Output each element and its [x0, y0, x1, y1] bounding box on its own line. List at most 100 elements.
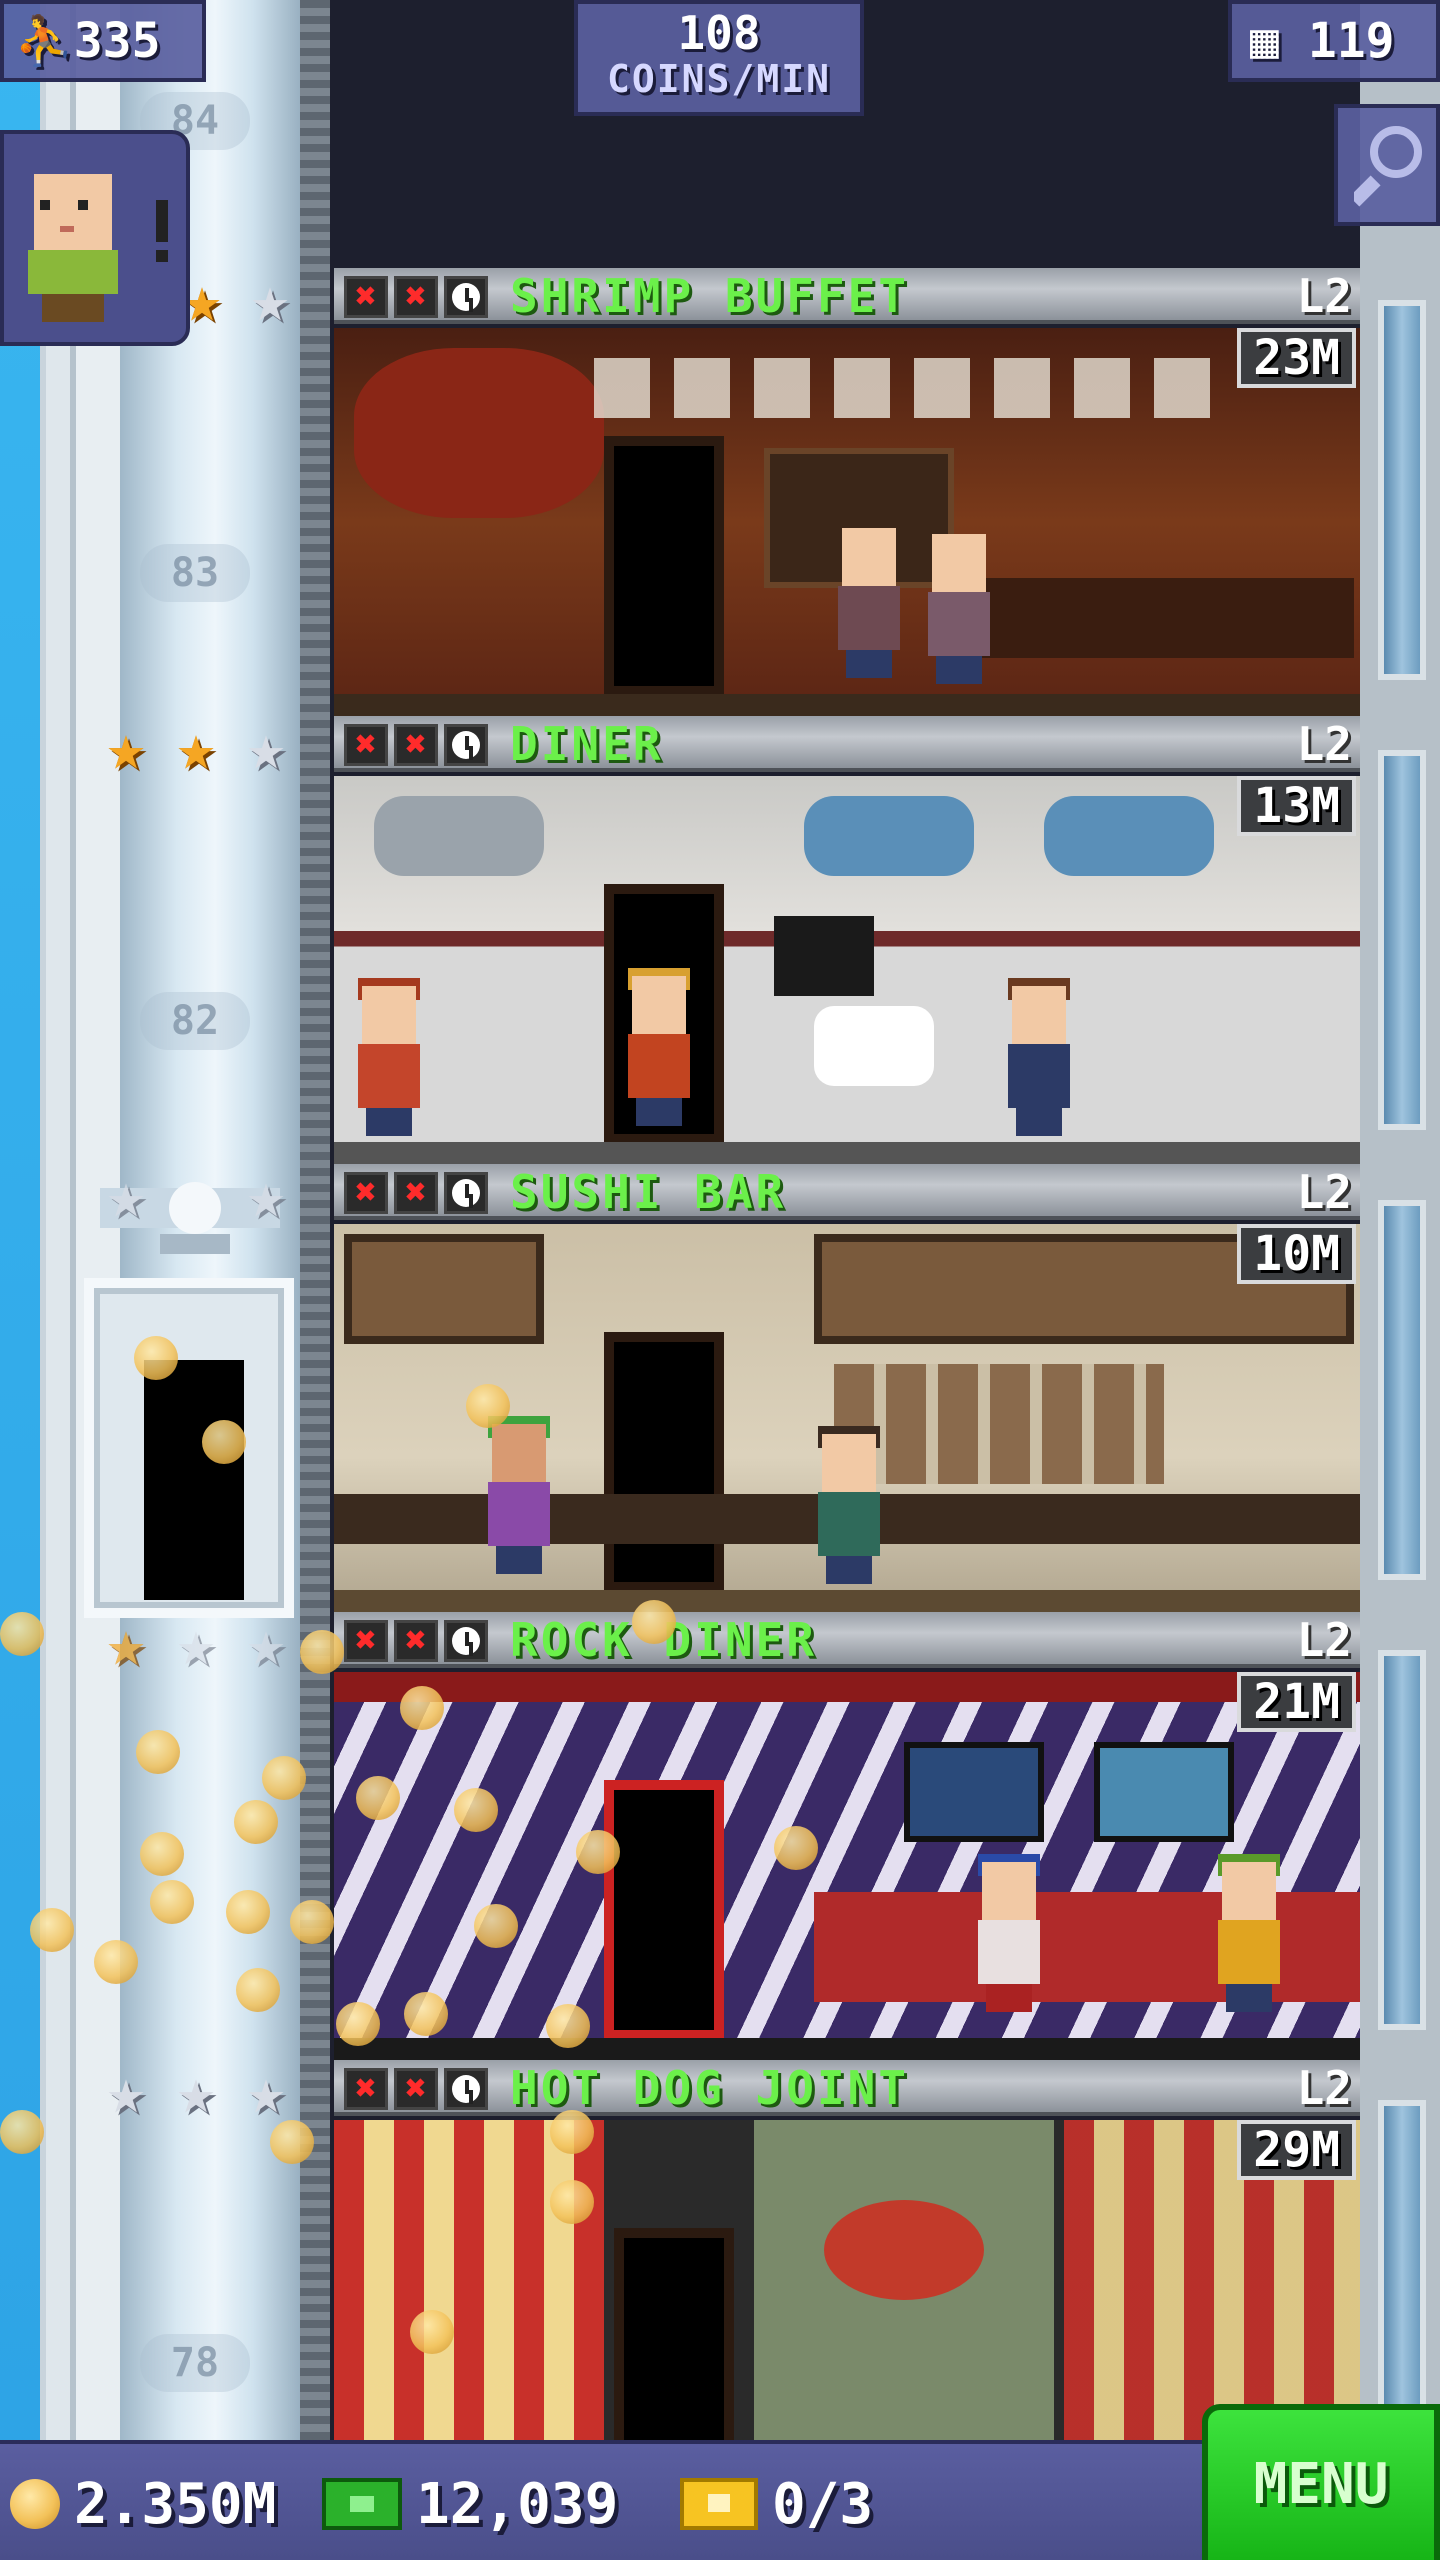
- elevator-car[interactable]: [84, 1278, 294, 1618]
- tower-window: [1378, 750, 1426, 1130]
- status-icons: ✖ ✖: [344, 1620, 488, 1662]
- floor-room[interactable]: [334, 1672, 1360, 2060]
- floor-value-badge: 10M: [1237, 1224, 1356, 1284]
- floor-header: ✖ ✖ HOT DOG JOINT L2: [334, 2060, 1360, 2116]
- bitizen[interactable]: [814, 1426, 884, 1584]
- ticket-icon: [680, 2478, 758, 2530]
- floor-level: L2: [1296, 269, 1352, 323]
- room-door: [604, 1332, 724, 1592]
- floor-rock-diner[interactable]: ✖ ✖ ROCK DINER L2 21M: [334, 1612, 1360, 2060]
- star-rating-icon: ★: [246, 1159, 286, 1233]
- building-icon: ▦: [1250, 13, 1279, 69]
- room-door: [604, 1780, 724, 2040]
- star-rating-icon: ★: [106, 2055, 146, 2129]
- polar-bear[interactable]: [814, 1006, 934, 1086]
- bottom-bar: 2.350M 12,039 0/3 MENU: [0, 2404, 1440, 2560]
- bitizen-notification-card[interactable]: [0, 130, 190, 346]
- search-button[interactable]: [1334, 104, 1440, 226]
- population-value: 335: [73, 13, 161, 69]
- floor-count-panel[interactable]: ▦ 119: [1228, 0, 1440, 82]
- wall-decoration: [354, 348, 604, 518]
- bux-value: 12,039: [416, 2471, 619, 2537]
- bitizen[interactable]: [834, 528, 904, 678]
- person-icon: ⛹: [14, 13, 74, 69]
- elevator-rail: [300, 0, 330, 2440]
- bitizen[interactable]: [1214, 1854, 1284, 2012]
- no-stock-icon[interactable]: ✖: [394, 276, 438, 318]
- coin-icon: [10, 2479, 60, 2529]
- no-stock-icon[interactable]: ✖: [394, 1620, 438, 1662]
- floor-diner[interactable]: ✖ ✖ DINER L2 13M: [334, 716, 1360, 1164]
- floor-level: L2: [1296, 1165, 1352, 1219]
- floor-name: HOT DOG JOINT: [510, 2061, 910, 2115]
- floor-shrimp-buffet[interactable]: ✖ ✖ SHRIMP BUFFET L2 23M: [334, 268, 1360, 716]
- awning: [334, 2120, 604, 2440]
- star-rating-icon: ★: [176, 711, 216, 785]
- floor-value-badge: 23M: [1237, 328, 1356, 388]
- population-counter[interactable]: ⛹335: [0, 0, 206, 82]
- hot-dog-sign: [824, 2200, 984, 2300]
- wall-panel: [344, 1234, 544, 1344]
- bitizen[interactable]: [924, 534, 994, 684]
- floor-header: ✖ ✖ SUSHI BAR L2: [334, 1164, 1360, 1220]
- bitizen-avatar: [28, 174, 168, 322]
- no-stock-icon[interactable]: ✖: [394, 1172, 438, 1214]
- floor-name: SHRIMP BUFFET: [510, 269, 910, 323]
- clock-icon[interactable]: [444, 724, 488, 766]
- elevator-door: [144, 1360, 244, 1600]
- no-stock-icon[interactable]: ✖: [394, 724, 438, 766]
- no-stock-icon[interactable]: ✖: [344, 724, 388, 766]
- bitizen[interactable]: [1004, 978, 1074, 1136]
- star-rating-icon: ★: [246, 1607, 286, 1681]
- picture-frame: [1094, 1742, 1234, 1842]
- bitizen[interactable]: [484, 1416, 554, 1574]
- porthole-window: [1044, 796, 1214, 876]
- clock-icon[interactable]: [444, 1172, 488, 1214]
- star-rating-icon: ★: [106, 1607, 146, 1681]
- clock-icon[interactable]: [444, 2068, 488, 2110]
- star-rating-icon: ★: [246, 711, 286, 785]
- room-door: [604, 436, 724, 696]
- floor-name: DINER: [510, 717, 664, 771]
- room-floor: [334, 1142, 1360, 1164]
- counter: [954, 578, 1354, 658]
- no-stock-icon[interactable]: ✖: [394, 2068, 438, 2110]
- status-icons: ✖ ✖: [344, 1172, 488, 1214]
- star-rating-icon: ★: [176, 1607, 216, 1681]
- no-stock-icon[interactable]: ✖: [344, 2068, 388, 2110]
- star-rating-icon: ★: [250, 263, 290, 337]
- tower-window: [1378, 1650, 1426, 2030]
- star-rating-icon: ★: [246, 2055, 286, 2129]
- no-stock-icon[interactable]: ✖: [344, 276, 388, 318]
- room-floor: [334, 2038, 1360, 2060]
- floor-header: ✖ ✖ SHRIMP BUFFET L2: [334, 268, 1360, 324]
- floor-value-badge: 29M: [1237, 2120, 1356, 2180]
- status-icons: ✖ ✖: [344, 724, 488, 766]
- plate-rack: [594, 358, 1234, 418]
- no-stock-icon[interactable]: ✖: [344, 1172, 388, 1214]
- neon-trim: [334, 1672, 1360, 1702]
- picture-frame: [904, 1742, 1044, 1842]
- clock-icon[interactable]: [444, 1620, 488, 1662]
- bitizen[interactable]: [354, 978, 424, 1136]
- no-stock-icon[interactable]: ✖: [344, 1620, 388, 1662]
- floor-header: ✖ ✖ ROCK DINER L2: [334, 1612, 1360, 1668]
- bitizen[interactable]: [974, 1854, 1044, 2012]
- ticket-counter[interactable]: 0/3: [680, 2471, 874, 2537]
- floor-level: L2: [1296, 717, 1352, 771]
- ticket-value: 0/3: [772, 2471, 874, 2537]
- bux-balance[interactable]: 12,039: [322, 2471, 619, 2537]
- coins-rate-panel[interactable]: 108 COINS/MIN: [574, 0, 864, 116]
- status-icons: ✖ ✖: [344, 2068, 488, 2110]
- star-rating-icon: ★: [106, 1159, 146, 1233]
- floor-name: SUSHI BAR: [510, 1165, 787, 1219]
- clock-icon[interactable]: [444, 276, 488, 318]
- menu-button[interactable]: MENU: [1202, 2404, 1440, 2560]
- coins-balance[interactable]: 2.350M: [10, 2472, 276, 2537]
- floor-room[interactable]: [334, 328, 1360, 716]
- sky-background: [0, 0, 40, 2440]
- floor-room[interactable]: [334, 776, 1360, 1164]
- bitizen[interactable]: [624, 968, 694, 1126]
- bux-icon: [322, 2478, 402, 2530]
- menu-board: [774, 916, 874, 996]
